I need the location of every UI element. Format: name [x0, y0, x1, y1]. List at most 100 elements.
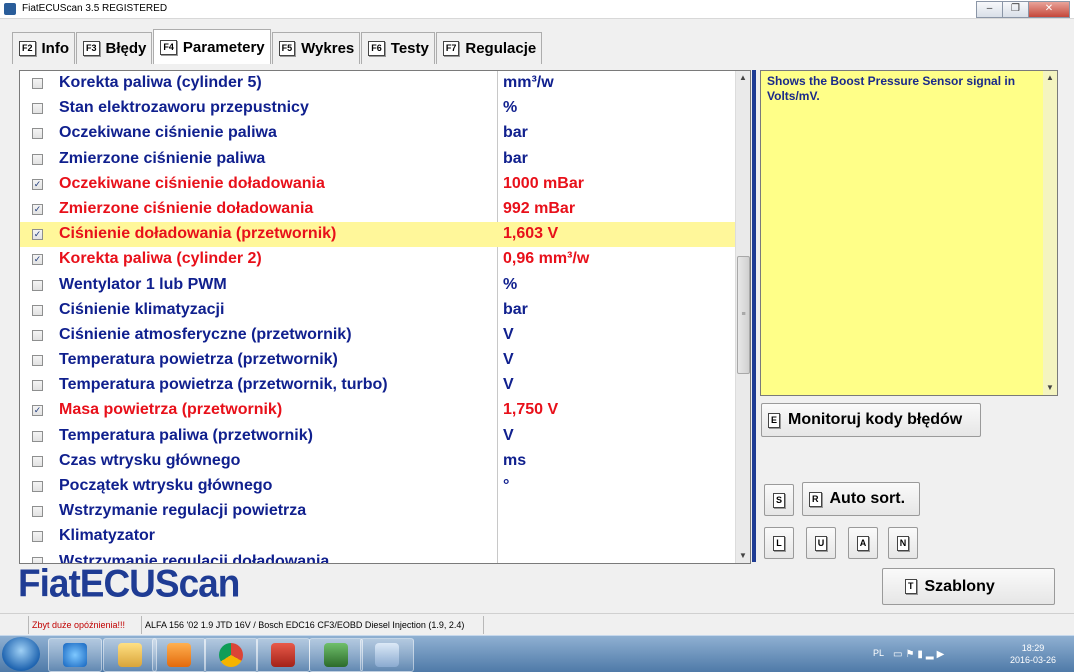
- tab-info[interactable]: F2 Info: [12, 32, 76, 64]
- status-bar: Zbyt duże opóźnienia!!! ALFA 156 '02 1.9…: [0, 613, 1074, 636]
- table-row[interactable]: ✓ Korekta paliwa (cylinder 2) 0,96 mm³/w: [20, 247, 736, 272]
- vertical-scrollbar[interactable]: ▲ ≡ ▼: [735, 71, 750, 563]
- button-label: Auto sort.: [829, 490, 906, 507]
- internet-explorer-icon: [63, 643, 87, 667]
- row-checkbox[interactable]: ✓: [32, 229, 43, 241]
- parameter-name: Masa powietrza (przetwornik): [59, 401, 283, 419]
- status-separator: [483, 616, 484, 634]
- parameter-name: Korekta paliwa (cylinder 5): [59, 74, 262, 91]
- table-row[interactable]: Wentylator 1 lub PWM%: [20, 273, 736, 298]
- row-checkbox[interactable]: [32, 279, 43, 291]
- fkey-badge: F7: [442, 41, 460, 56]
- tab-regulacje[interactable]: F7 Regulacje: [435, 32, 543, 64]
- row-checkbox[interactable]: [32, 430, 43, 442]
- taskbar-explorer[interactable]: [103, 638, 157, 672]
- description-scrollbar[interactable]: ▲ ▼: [1043, 71, 1057, 395]
- table-row[interactable]: Wstrzymanie regulacji powietrza: [20, 499, 736, 524]
- start-button[interactable]: [2, 637, 40, 671]
- row-checkbox[interactable]: [32, 455, 43, 467]
- row-checkbox[interactable]: [32, 355, 43, 367]
- tab-wykres[interactable]: F5 Wykres: [271, 32, 361, 64]
- parameter-name: Temperatura paliwa (przetwornik): [59, 426, 313, 444]
- a-button[interactable]: A: [848, 527, 878, 559]
- table-row[interactable]: ✓ Oczekiwane ciśnienie doładowania 1000 mB…: [20, 172, 736, 197]
- fkey-badge: S: [772, 492, 785, 508]
- tab-testy[interactable]: F6 Testy: [361, 32, 435, 64]
- parameter-value: %: [503, 99, 518, 117]
- maximize-button[interactable]: ❐: [1002, 1, 1029, 18]
- auto-sort-button[interactable]: R Auto sort.: [802, 482, 920, 516]
- table-row[interactable]: Temperatura paliwa (przetwornik) V: [20, 424, 736, 449]
- table-row[interactable]: ✓ Ciśnienie doładowania (przetwornik) 1,60…: [20, 222, 736, 248]
- taskbar-chrome[interactable]: [204, 638, 258, 672]
- table-row[interactable]: Stan elektrozaworu przepustnicy%: [20, 96, 736, 121]
- row-checkbox[interactable]: [32, 304, 43, 316]
- l-button[interactable]: L: [764, 527, 794, 559]
- app-icon: [4, 3, 16, 15]
- tab-bledy[interactable]: F3 Błędy: [76, 32, 153, 64]
- parameter-value: 1,750 V: [503, 401, 559, 419]
- system-tray-icons[interactable]: ▭⚑▮▂▶: [893, 649, 947, 660]
- table-row[interactable]: Oczekiwane ciśnienie paliwa bar: [20, 121, 736, 146]
- table-row[interactable]: Temperatura powietrza (przetwornik) V: [20, 348, 736, 373]
- monitor-codes-button[interactable]: E Monitoruj kody błędów: [761, 403, 981, 437]
- row-checkbox[interactable]: ✓: [32, 178, 43, 190]
- parameter-list[interactable]: Korekta paliwa (cylinder 5) mm³/w Stan ele…: [19, 70, 751, 564]
- minimize-button[interactable]: –: [976, 1, 1003, 18]
- close-button[interactable]: ✕: [1028, 1, 1070, 18]
- fkey-badge: A: [856, 535, 870, 551]
- taskbar-ie[interactable]: [48, 638, 102, 672]
- table-row[interactable]: Zmierzone ciśnienie paliwa bar: [20, 147, 736, 172]
- row-checkbox[interactable]: [32, 153, 43, 165]
- table-row[interactable]: ✓ Zmierzone ciśnienie doładowania 992 mBar: [20, 197, 736, 222]
- parameter-value: bar: [503, 149, 528, 167]
- status-separator: [141, 616, 142, 634]
- table-row[interactable]: Początek wtrysku głównego °: [20, 474, 736, 499]
- templates-button[interactable]: T Szablony: [882, 568, 1055, 605]
- table-row[interactable]: Temperatura powietrza (przetwornik, turb…: [20, 373, 736, 398]
- app-logo: FiatECUScan: [18, 561, 240, 605]
- n-button[interactable]: N: [888, 527, 918, 559]
- taskbar-toolbox[interactable]: [256, 638, 310, 672]
- scroll-up-icon[interactable]: ▲: [1043, 71, 1057, 85]
- parameter-name: Stan elektrozaworu przepustnicy: [59, 99, 309, 117]
- table-row[interactable]: Ciśnienie atmosferyczne (przetwornik) V: [20, 323, 736, 348]
- scroll-up-icon[interactable]: ▲: [736, 71, 750, 85]
- taskbar-media[interactable]: [152, 638, 206, 672]
- scroll-down-icon[interactable]: ▼: [1043, 381, 1057, 395]
- row-checkbox[interactable]: [32, 128, 43, 140]
- tab-parametery[interactable]: F4 Parametery: [153, 29, 271, 64]
- row-checkbox[interactable]: ✓: [32, 405, 43, 417]
- table-row[interactable]: Korekta paliwa (cylinder 5) mm³/w: [20, 71, 736, 96]
- row-checkbox[interactable]: [32, 103, 43, 115]
- scroll-down-icon[interactable]: ▼: [736, 549, 750, 563]
- chrome-icon: [219, 643, 243, 667]
- row-checkbox[interactable]: [32, 78, 43, 89]
- s-button[interactable]: S: [764, 484, 794, 516]
- parameter-value: 1000 mBar: [503, 174, 584, 192]
- table-row[interactable]: Ciśnienie klimatyzacji bar: [20, 298, 736, 323]
- row-checkbox[interactable]: [32, 380, 43, 392]
- button-label: Szablony: [924, 577, 995, 595]
- panel-separator[interactable]: [752, 70, 756, 562]
- taskbar-paint[interactable]: [360, 638, 414, 672]
- table-row[interactable]: Czas wtrysku głównego ms: [20, 449, 736, 474]
- fkey-badge: F3: [83, 41, 100, 56]
- table-row[interactable]: Klimatyzator: [20, 524, 736, 549]
- clock[interactable]: 18:29 2016-03-26: [1010, 642, 1056, 666]
- row-checkbox[interactable]: [32, 481, 43, 492]
- row-checkbox[interactable]: ✓: [32, 254, 43, 266]
- row-checkbox[interactable]: [32, 531, 43, 543]
- language-indicator[interactable]: PL: [873, 648, 884, 658]
- parameter-value: 1,603 V: [503, 225, 559, 243]
- row-checkbox[interactable]: ✓: [32, 203, 43, 215]
- status-warning: Zbyt duże opóźnienia!!!: [32, 620, 126, 630]
- table-row[interactable]: ✓ Masa powietrza (przetwornik) 1,750 V: [20, 398, 736, 423]
- row-checkbox[interactable]: [32, 506, 43, 518]
- scroll-thumb[interactable]: ≡: [737, 256, 750, 374]
- tab-label: Błędy: [105, 40, 147, 57]
- taskbar-ecuscan[interactable]: [309, 638, 363, 672]
- row-checkbox[interactable]: [32, 329, 43, 341]
- u-button[interactable]: U: [806, 527, 836, 559]
- fkey-badge: F4: [160, 39, 177, 55]
